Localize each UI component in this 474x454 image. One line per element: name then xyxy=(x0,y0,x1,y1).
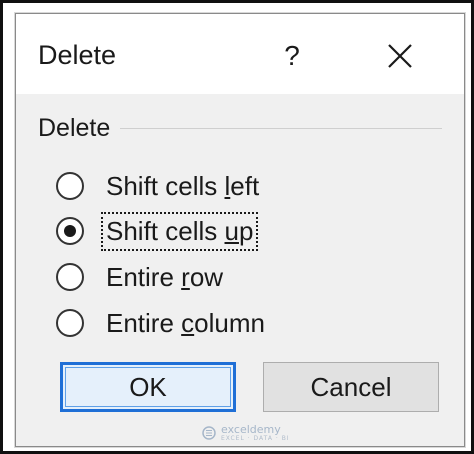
cancel-button[interactable]: Cancel xyxy=(263,362,439,412)
label-text: Shift cells xyxy=(106,215,225,246)
cancel-label: Cancel xyxy=(310,371,392,402)
radio-button-selected[interactable] xyxy=(56,217,84,245)
group-label: Delete xyxy=(38,114,121,143)
watermark-tagline: EXCEL · DATA · BI xyxy=(221,435,290,442)
title-bar: Delete ? xyxy=(16,14,464,94)
radio-dot xyxy=(64,225,76,237)
radio-label: Shift cells left xyxy=(104,170,261,203)
accelerator-key: u xyxy=(224,215,239,246)
radio-label: Shift cells up xyxy=(100,211,259,251)
radio-entire-row[interactable]: Entire row xyxy=(56,259,225,295)
help-button[interactable]: ? xyxy=(274,36,310,76)
label-text: olumn xyxy=(194,307,265,338)
label-text: Entire xyxy=(106,307,182,338)
close-icon xyxy=(388,44,412,68)
dialog-title: Delete xyxy=(38,40,117,70)
accelerator-key: c xyxy=(181,307,195,338)
radio-shift-cells-left[interactable]: Shift cells left xyxy=(56,168,261,204)
radio-entire-column[interactable]: Entire column xyxy=(56,305,267,341)
exceldemy-logo-icon xyxy=(202,426,216,440)
ok-button[interactable]: OK xyxy=(60,362,236,412)
image-frame: Delete ? Delete Shift cells left Shift c… xyxy=(0,0,474,454)
close-button[interactable] xyxy=(380,36,420,76)
radio-button[interactable] xyxy=(56,172,84,200)
label-text: Shift cells xyxy=(106,170,225,201)
label-text: ow xyxy=(189,261,224,292)
label-text: Entire xyxy=(106,261,182,292)
radio-label: Entire column xyxy=(104,307,267,340)
label-text: p xyxy=(238,215,254,246)
radio-label: Entire row xyxy=(104,261,225,294)
watermark-text: exceldemy EXCEL · DATA · BI xyxy=(221,424,290,442)
radio-shift-cells-up[interactable]: Shift cells up xyxy=(56,211,259,251)
watermark-brand: exceldemy xyxy=(221,423,281,436)
focus-ring xyxy=(65,367,231,407)
accelerator-key: r xyxy=(181,261,190,292)
watermark: exceldemy EXCEL · DATA · BI xyxy=(202,424,290,442)
label-text: eft xyxy=(230,170,260,201)
delete-dialog: Delete ? Delete Shift cells left Shift c… xyxy=(15,13,465,447)
radio-button[interactable] xyxy=(56,309,84,337)
radio-button[interactable] xyxy=(56,263,84,291)
